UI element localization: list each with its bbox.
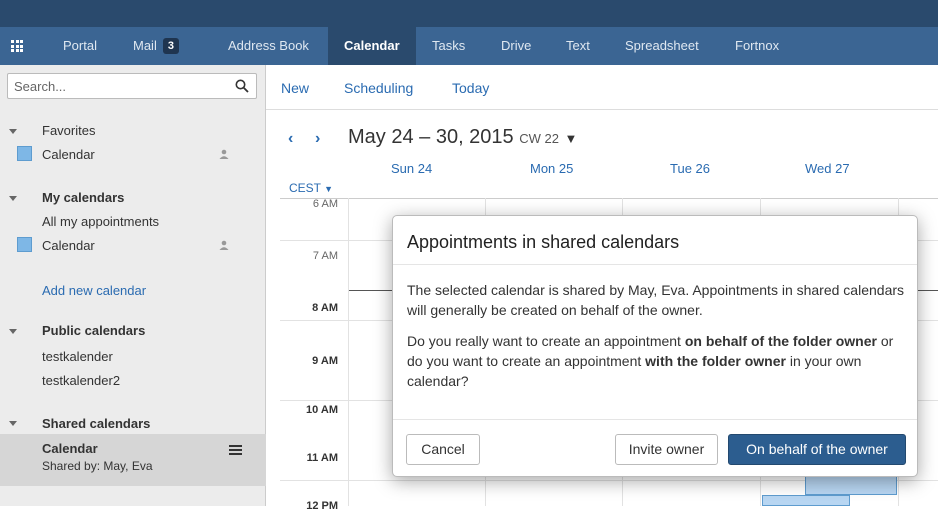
hour-label: 10 AM bbox=[306, 404, 338, 416]
timezone-label: CEST bbox=[289, 181, 321, 195]
chevron-down-icon: ▼ bbox=[324, 184, 334, 194]
sidebar: Favorites Calendar My calendars All my a… bbox=[0, 65, 266, 506]
hour-label: 7 AM bbox=[312, 250, 338, 262]
nav-tasks[interactable]: Tasks bbox=[432, 27, 465, 65]
shared-calendar-name: Calendar bbox=[42, 441, 98, 456]
day-header[interactable]: Sun 24 bbox=[391, 161, 432, 176]
next-week-icon[interactable]: › bbox=[315, 130, 320, 148]
search-icon[interactable] bbox=[235, 79, 249, 93]
day-header[interactable]: Wed 27 bbox=[805, 161, 850, 176]
top-navigation-bar: Portal Mail 3 Address Book Calendar Tasks… bbox=[0, 27, 938, 65]
nav-spreadsheet[interactable]: Spreadsheet bbox=[625, 27, 699, 65]
favorites-heading[interactable]: Favorites bbox=[42, 123, 95, 138]
dialog-body: The selected calendar is shared by May, … bbox=[407, 280, 907, 402]
previous-week-icon[interactable]: ‹ bbox=[288, 130, 293, 148]
week-number: CW 22 bbox=[519, 131, 559, 146]
dialog-question: Do you really want to create an appointm… bbox=[407, 331, 907, 391]
dialog-text: Do you really want to create an appointm… bbox=[407, 333, 685, 349]
favorites-calendar-item[interactable]: Calendar bbox=[42, 147, 95, 162]
nav-drive[interactable]: Drive bbox=[501, 27, 531, 65]
appointment-block[interactable] bbox=[762, 495, 850, 506]
my-calendars-collapse-icon[interactable] bbox=[9, 196, 17, 201]
timezone-selector[interactable]: CEST ▼ bbox=[289, 181, 333, 195]
hour-label: 9 AM bbox=[312, 355, 338, 367]
my-calendar-item[interactable]: Calendar bbox=[42, 238, 95, 253]
day-header[interactable]: Tue 26 bbox=[670, 161, 710, 176]
window-top-strip bbox=[0, 0, 938, 27]
hour-label: 6 AM bbox=[312, 198, 338, 210]
grid-column-line bbox=[348, 198, 349, 506]
new-button[interactable]: New bbox=[281, 80, 309, 96]
scheduling-button[interactable]: Scheduling bbox=[344, 80, 413, 96]
shared-calendar-owner: Shared by: May, Eva bbox=[42, 459, 153, 473]
nav-calendar[interactable]: Calendar bbox=[328, 27, 416, 65]
all-my-appointments-item[interactable]: All my appointments bbox=[42, 214, 159, 229]
calendar-color-swatch[interactable] bbox=[17, 146, 32, 161]
favorites-collapse-icon[interactable] bbox=[9, 129, 17, 134]
shared-calendars-collapse-icon[interactable] bbox=[9, 421, 17, 426]
person-icon bbox=[219, 240, 229, 250]
grid-line bbox=[280, 198, 938, 199]
shared-calendars-heading[interactable]: Shared calendars bbox=[42, 416, 150, 431]
calendar-color-swatch[interactable] bbox=[17, 237, 32, 252]
dialog-paragraph: The selected calendar is shared by May, … bbox=[407, 282, 905, 318]
date-range: May 24 – 30, 2015 bbox=[348, 126, 514, 148]
dialog-divider bbox=[393, 419, 917, 420]
search-box bbox=[7, 73, 257, 99]
app-launcher-icon[interactable] bbox=[11, 40, 23, 52]
invite-owner-button[interactable]: Invite owner bbox=[615, 434, 718, 465]
nav-portal[interactable]: Portal bbox=[63, 27, 97, 65]
shared-calendar-dialog: Appointments in shared calendars The sel… bbox=[392, 215, 918, 477]
nav-mail-label: Mail bbox=[133, 38, 157, 53]
dialog-divider bbox=[393, 264, 917, 265]
hour-label: 11 AM bbox=[306, 452, 338, 464]
calendar-toolbar: New Scheduling Today bbox=[266, 65, 938, 110]
dialog-emphasis: with the folder owner bbox=[645, 353, 786, 369]
hamburger-menu-icon[interactable] bbox=[229, 445, 242, 455]
dialog-title: Appointments in shared calendars bbox=[407, 232, 680, 252]
nav-address-book[interactable]: Address Book bbox=[228, 27, 309, 65]
nav-text[interactable]: Text bbox=[566, 27, 590, 65]
public-calendar-item[interactable]: testkalender bbox=[42, 349, 113, 364]
public-calendars-collapse-icon[interactable] bbox=[9, 329, 17, 334]
nav-fortnox[interactable]: Fortnox bbox=[735, 27, 779, 65]
public-calendar-item[interactable]: testkalender2 bbox=[42, 373, 120, 388]
person-icon bbox=[219, 149, 229, 159]
nav-mail[interactable]: Mail 3 bbox=[133, 27, 179, 65]
search-input[interactable] bbox=[8, 74, 218, 98]
on-behalf-of-owner-button[interactable]: On behalf of the owner bbox=[728, 434, 906, 465]
my-calendars-heading[interactable]: My calendars bbox=[42, 190, 124, 205]
day-header[interactable]: Mon 25 bbox=[530, 161, 573, 176]
hour-label: 8 AM bbox=[312, 302, 338, 314]
hour-label: 12 PM bbox=[306, 500, 338, 512]
public-calendars-heading[interactable]: Public calendars bbox=[42, 323, 145, 338]
cancel-button[interactable]: Cancel bbox=[406, 434, 480, 465]
chevron-down-icon: ▼ bbox=[564, 131, 578, 146]
dialog-emphasis: on behalf of the folder owner bbox=[684, 333, 877, 349]
calendar-range-title[interactable]: May 24 – 30, 2015 CW 22 ▼ bbox=[348, 126, 577, 149]
today-button[interactable]: Today bbox=[452, 80, 489, 96]
add-new-calendar-link[interactable]: Add new calendar bbox=[42, 283, 146, 298]
mail-unread-badge: 3 bbox=[162, 38, 179, 54]
